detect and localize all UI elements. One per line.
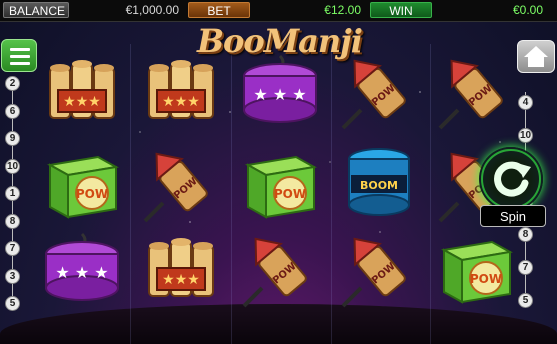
payline-marker[interactable]: 2 <box>5 76 20 91</box>
box-symbol: POW <box>434 228 518 308</box>
menu-button[interactable] <box>1 39 37 72</box>
payline-marker[interactable]: 6 <box>5 103 20 119</box>
svg-text:★★★: ★★★ <box>162 272 200 288</box>
spin-button[interactable] <box>479 147 543 211</box>
bet-label[interactable]: BET <box>188 2 250 18</box>
rocket-symbol: POW <box>238 228 322 308</box>
svg-text:POW: POW <box>76 187 108 201</box>
reel-divider <box>231 44 232 344</box>
payline-marker[interactable]: 8 <box>5 213 20 229</box>
rocket-symbol: POW <box>337 50 421 130</box>
reel-divider <box>430 44 431 344</box>
rocket-symbol: POW <box>139 143 223 223</box>
svg-text:★ ★ ★: ★ ★ ★ <box>253 85 306 104</box>
payline-marker[interactable]: 7 <box>5 241 20 256</box>
svg-text:★ ★ ★: ★ ★ ★ <box>55 263 108 282</box>
win-label: WIN <box>370 2 432 18</box>
payline-marker[interactable]: 9 <box>5 131 20 146</box>
firecrackers-symbol: ★★★ <box>40 50 124 130</box>
payline-marker[interactable]: 5 <box>518 293 533 308</box>
svg-text:★★★: ★★★ <box>63 94 101 110</box>
balance-value: €1,000.00 <box>125 3 179 17</box>
win-value: €0.00 <box>512 3 543 17</box>
cake-symbol: ★ ★ ★ <box>238 50 322 130</box>
svg-text:POW: POW <box>470 272 502 286</box>
rocket-symbol: POW <box>434 50 518 130</box>
svg-text:★★★: ★★★ <box>162 94 200 110</box>
reel-divider <box>130 44 131 344</box>
payline-marker[interactable]: 8 <box>518 227 533 242</box>
bet-value: €12.00 <box>324 3 361 17</box>
cake-symbol: ★ ★ ★ <box>40 228 124 308</box>
top-bar: BALANCE €1,000.00 BET €12.00 WIN €0.00 <box>0 0 557 22</box>
payline-marker[interactable]: 5 <box>5 296 20 311</box>
home-button[interactable] <box>517 40 555 73</box>
box-symbol: POW <box>238 143 322 223</box>
balance-label: BALANCE <box>3 2 69 18</box>
payline-marker[interactable]: 1 <box>5 186 20 201</box>
firecrackers-symbol: ★★★ <box>139 50 223 130</box>
refresh-icon <box>481 149 541 209</box>
spin-label[interactable]: Spin <box>480 205 546 227</box>
firecrackers-symbol: ★★★ <box>139 228 223 308</box>
home-icon <box>524 46 548 67</box>
payline-marker[interactable]: 4 <box>518 95 533 110</box>
rocket-symbol: POW <box>337 228 421 308</box>
svg-text:BOOM: BOOM <box>360 179 398 192</box>
box-symbol: POW <box>40 143 124 223</box>
payline-marker[interactable]: 10 <box>518 128 533 143</box>
bomb-symbol: BOOM <box>337 143 421 223</box>
payline-marker[interactable]: 10 <box>5 158 20 174</box>
svg-text:POW: POW <box>274 187 306 201</box>
reel-divider <box>331 44 332 344</box>
payline-marker[interactable]: 3 <box>5 268 20 284</box>
payline-marker[interactable]: 7 <box>518 260 533 275</box>
